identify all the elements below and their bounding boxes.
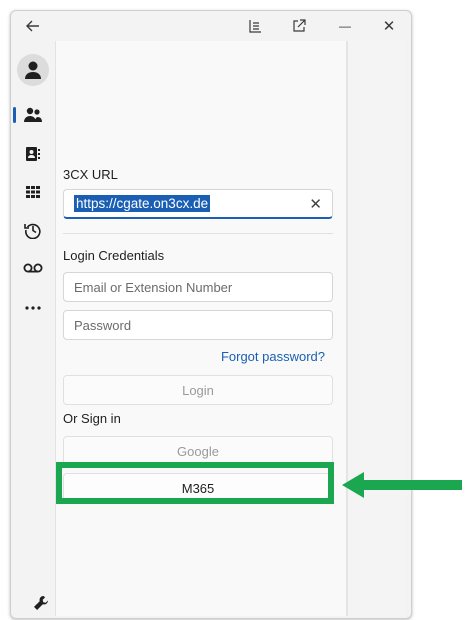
- wrench-icon: [34, 596, 48, 610]
- sidebar-item-contacts[interactable]: [17, 100, 49, 130]
- email-field[interactable]: Email or Extension Number: [63, 272, 333, 302]
- active-indicator: [13, 107, 16, 123]
- password-placeholder: Password: [74, 317, 132, 333]
- people-icon: [24, 107, 42, 122]
- or-sign-in-label: Or Sign in: [63, 411, 121, 426]
- highlight-box: [56, 462, 334, 504]
- arrow-left-icon[interactable]: [21, 15, 45, 37]
- sidebar-item-history[interactable]: [17, 215, 49, 245]
- forgot-password-link[interactable]: Forgot password?: [221, 349, 325, 364]
- credentials-label: Login Credentials: [63, 248, 165, 263]
- arrow-left-annotation-icon: [342, 472, 462, 498]
- sidebar-item-dialpad[interactable]: [17, 177, 49, 207]
- divider: [63, 233, 333, 234]
- minimize-button[interactable]: —: [333, 15, 357, 37]
- voicemail-icon: [23, 263, 43, 273]
- more-icon: [25, 306, 41, 310]
- password-field[interactable]: Password: [63, 310, 333, 340]
- open-external-icon[interactable]: [287, 15, 311, 37]
- app-window: — ✕ 3CX URL https://cgate.on3cx.de ✕ Log…: [10, 10, 412, 619]
- close-button[interactable]: ✕: [377, 15, 401, 37]
- title-bar: — ✕: [11, 11, 411, 41]
- address-book-icon: [26, 147, 40, 161]
- clear-icon[interactable]: ✕: [309, 195, 322, 213]
- minimize-icon: —: [339, 19, 351, 33]
- url-value: https://cgate.on3cx.de: [74, 195, 211, 212]
- history-icon: [24, 223, 41, 239]
- close-icon: ✕: [382, 18, 396, 35]
- sidebar-item-address-book[interactable]: [17, 139, 49, 169]
- layout-icon[interactable]: [243, 15, 267, 37]
- sidebar-item-more[interactable]: [17, 293, 49, 323]
- sidebar-item-voicemail[interactable]: [17, 253, 49, 283]
- url-input[interactable]: https://cgate.on3cx.de ✕: [63, 189, 333, 219]
- login-button[interactable]: Login: [63, 375, 333, 405]
- settings-button[interactable]: [33, 595, 49, 616]
- user-icon: [25, 61, 41, 79]
- google-button-label: Google: [177, 443, 219, 459]
- right-pane: [347, 41, 406, 616]
- email-placeholder: Email or Extension Number: [74, 279, 233, 295]
- dialpad-icon: [26, 186, 40, 198]
- login-button-label: Login: [182, 382, 214, 398]
- url-label: 3CX URL: [63, 167, 118, 182]
- avatar[interactable]: [17, 54, 49, 86]
